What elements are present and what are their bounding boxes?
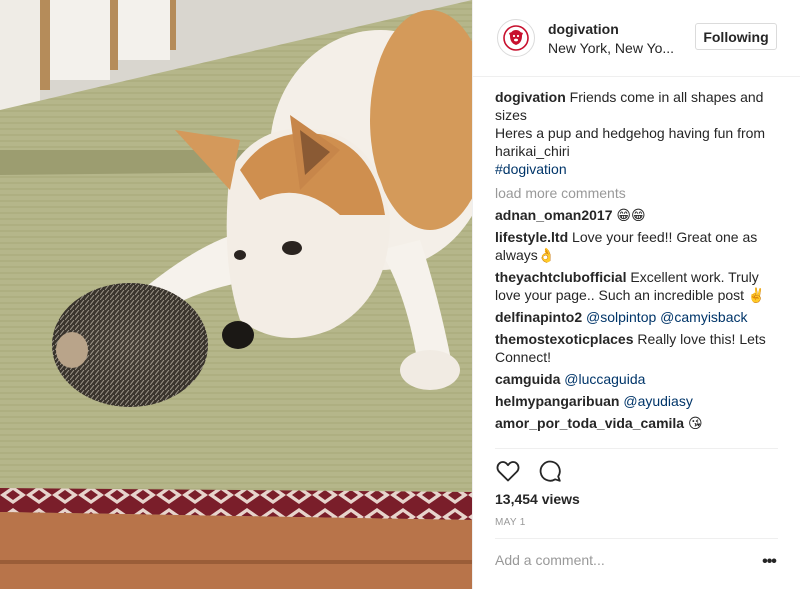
comment-item: helmypangaribuan @ayudiasy bbox=[495, 392, 785, 410]
post-header: dogivation New York, New Yo... Following bbox=[473, 0, 800, 76]
post-video[interactable] bbox=[0, 0, 472, 589]
comment-username[interactable]: delfinapinto2 bbox=[495, 309, 582, 325]
dog-and-hedgehog-video-frame bbox=[0, 0, 472, 589]
comment-bubble-icon bbox=[539, 460, 561, 482]
comment-username[interactable]: adnan_oman2017 bbox=[495, 207, 613, 223]
header-text: dogivation New York, New Yo... bbox=[548, 20, 674, 57]
caption-hashtag[interactable]: #dogivation bbox=[495, 160, 785, 178]
dog-logo-icon bbox=[503, 25, 529, 51]
post-date[interactable]: MAY 1 bbox=[495, 517, 526, 528]
post-side-panel: dogivation New York, New Yo... Following… bbox=[472, 0, 800, 589]
heart-icon bbox=[496, 461, 520, 482]
comment-mentions[interactable]: @luccaguida bbox=[564, 371, 645, 387]
comment-mentions[interactable]: @ayudiasy bbox=[623, 393, 692, 409]
comment-item: delfinapinto2 @solpintop @camyisback bbox=[495, 308, 785, 326]
comment-item: camguida @luccaguida bbox=[495, 370, 785, 388]
like-button[interactable] bbox=[495, 458, 521, 484]
caption-username[interactable]: dogivation bbox=[495, 89, 566, 105]
comment-item: amor_por_toda_vida_camila 😘 bbox=[495, 414, 785, 432]
post-caption: dogivation Friends come in all shapes an… bbox=[495, 88, 785, 178]
avatar[interactable] bbox=[497, 19, 535, 57]
header-divider bbox=[473, 76, 800, 77]
more-options-icon[interactable]: ••• bbox=[759, 552, 779, 572]
comment-text: 😘 bbox=[687, 415, 703, 431]
comment-username[interactable]: camguida bbox=[495, 371, 560, 387]
caption-line-2: Heres a pup and hedgehog having fun from… bbox=[495, 125, 766, 159]
comment-username[interactable]: lifestyle.ltd bbox=[495, 229, 568, 245]
comment-username[interactable]: helmypangaribuan bbox=[495, 393, 619, 409]
following-button[interactable]: Following bbox=[695, 23, 777, 50]
comment-username[interactable]: amor_por_toda_vida_camila bbox=[495, 415, 684, 431]
comment-button[interactable] bbox=[537, 458, 563, 484]
comment-input-divider bbox=[495, 538, 778, 539]
header-username[interactable]: dogivation bbox=[548, 20, 674, 38]
load-more-comments-link[interactable]: load more comments bbox=[495, 184, 785, 202]
comments-section: dogivation Friends come in all shapes an… bbox=[495, 88, 785, 436]
instagram-post: dogivation New York, New Yo... Following… bbox=[0, 0, 800, 589]
post-actions bbox=[495, 458, 579, 484]
comment-text: 😁😁 bbox=[616, 207, 646, 223]
actions-divider bbox=[495, 448, 778, 449]
comment-item: themostexoticplaces Really love this! Le… bbox=[495, 330, 785, 366]
view-count[interactable]: 13,454 views bbox=[495, 490, 580, 508]
comment-item: adnan_oman2017 😁😁 bbox=[495, 206, 785, 224]
comment-item: lifestyle.ltd Love your feed!! Great one… bbox=[495, 228, 785, 264]
comment-username[interactable]: themostexoticplaces bbox=[495, 331, 634, 347]
header-location[interactable]: New York, New Yo... bbox=[548, 39, 674, 57]
add-comment-input[interactable]: Add a comment... bbox=[495, 552, 755, 568]
comment-username[interactable]: theyachtclubofficial bbox=[495, 269, 626, 285]
comment-item: theyachtclubofficial Excellent work. Tru… bbox=[495, 268, 785, 304]
comment-mentions[interactable]: @solpintop @camyisback bbox=[586, 309, 748, 325]
